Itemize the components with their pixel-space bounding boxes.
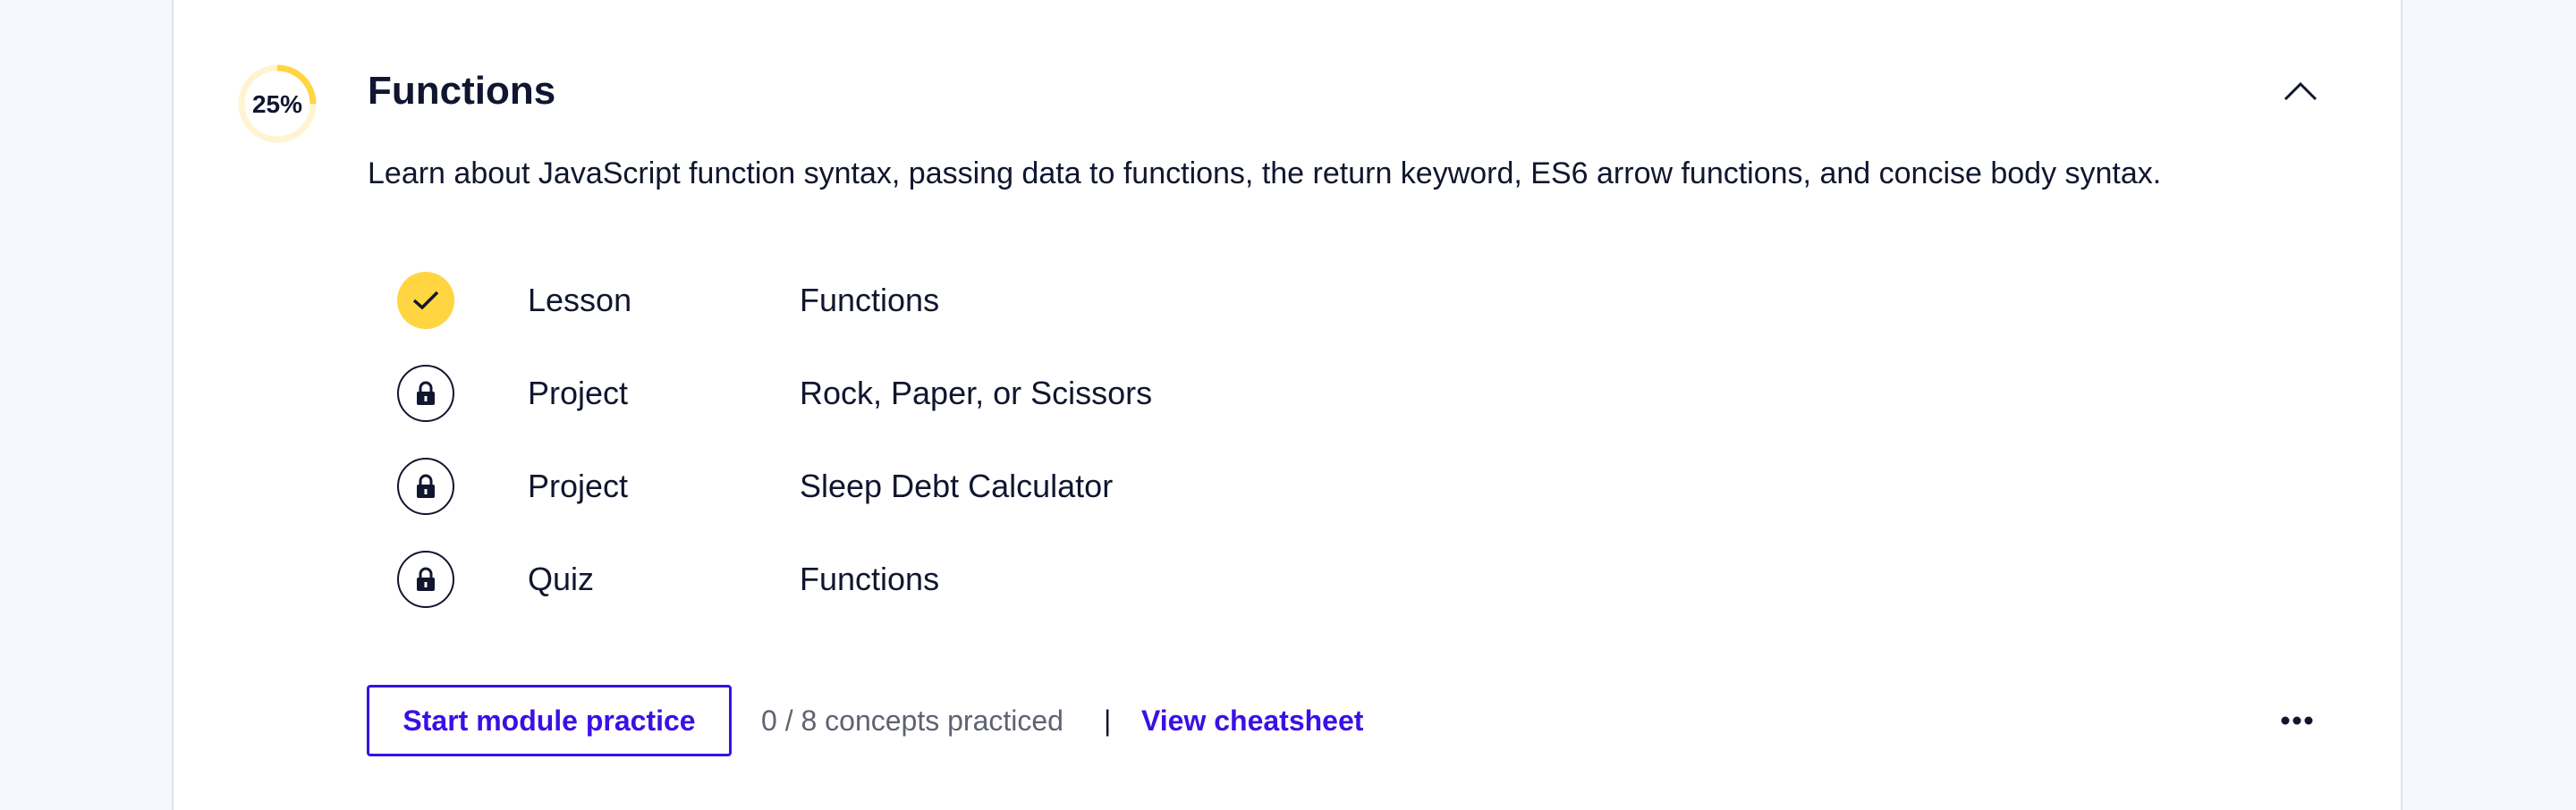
item-type: Project [528,375,629,411]
lock-icon [417,474,435,498]
module-description: Learn about JavaScript function syntax, … [368,156,2162,190]
list-item-project-sleep-debt-calculator[interactable]: Project Sleep Debt Calculator [397,456,1649,517]
item-type: Lesson [528,282,632,318]
collapse-button[interactable] [2272,70,2329,113]
lock-icon [417,381,435,405]
start-module-practice-button[interactable]: Start module practice [367,685,732,756]
locked-status [397,458,454,515]
ellipsis-icon [2281,716,2313,725]
item-name: Functions [800,561,940,597]
locked-status [397,365,454,422]
item-name: Rock, Paper, or Scissors [800,375,1153,411]
module-progress-ring: 25% [236,63,318,145]
progress-percent: 25% [251,90,303,118]
lock-icon [417,567,435,591]
view-cheatsheet-link[interactable]: View cheatsheet [1141,699,1363,742]
completed-status [397,272,454,329]
chevron-up-icon [2284,81,2318,101]
item-type: Project [528,468,629,504]
footer-divider: | [1104,705,1112,737]
item-name: Sleep Debt Calculator [800,468,1114,504]
list-item-quiz-functions[interactable]: Quiz Functions [397,549,1649,610]
list-item-lesson-functions[interactable]: Lesson Functions [397,270,1649,331]
module-title: Functions [368,69,556,113]
check-icon [412,291,439,310]
more-options-button[interactable] [2263,699,2331,742]
concepts-practiced-count: 0 / 8 concepts practiced [761,705,1063,737]
item-name: Functions [800,282,940,318]
list-item-project-rock-paper-scissors[interactable]: Project Rock, Paper, or Scissors [397,363,1649,424]
module-footer: Start module practice 0 / 8 concepts pra… [367,685,2334,756]
item-type: Quiz [528,561,595,597]
locked-status [397,551,454,608]
